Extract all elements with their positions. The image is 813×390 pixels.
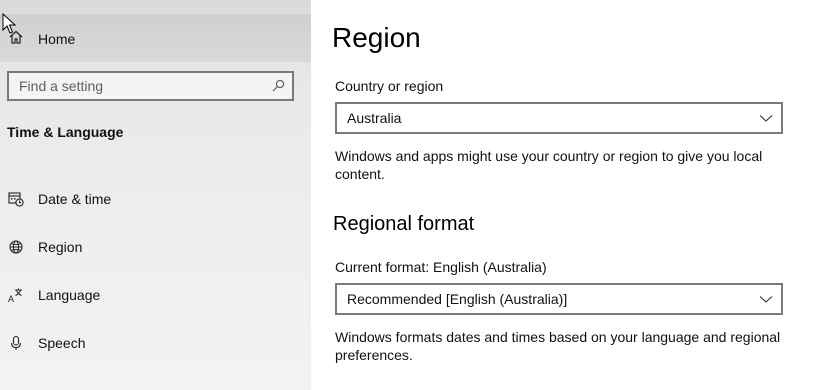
chevron-down-icon	[759, 115, 773, 122]
date-time-icon	[8, 191, 24, 207]
language-icon: A	[8, 287, 24, 303]
sidebar-item-label: Date & time	[38, 191, 112, 207]
sidebar-item-language[interactable]: A Language	[0, 275, 311, 315]
regional-format-description: Windows formats dates and times based on…	[335, 329, 781, 363]
page-title: Region	[332, 22, 421, 53]
main-content: Region Country or region Australia Windo…	[311, 0, 813, 390]
microphone-icon	[8, 335, 24, 351]
regional-format-dropdown[interactable]: Recommended [English (Australia)]	[335, 283, 783, 315]
sidebar: Home Time & Language	[0, 0, 311, 390]
search-input[interactable]	[9, 73, 269, 99]
sidebar-item-label: Language	[38, 287, 101, 303]
settings-window: Home Time & Language	[0, 0, 813, 390]
search-box[interactable]	[7, 71, 294, 101]
sidebar-item-label: Speech	[38, 335, 86, 351]
search-icon[interactable]	[270, 78, 286, 94]
country-region-dropdown[interactable]: Australia	[335, 102, 783, 134]
sidebar-item-region[interactable]: Region	[0, 227, 311, 267]
svg-text:A: A	[8, 294, 14, 303]
country-region-label: Country or region	[335, 78, 444, 94]
country-region-description: Windows and apps might use your country …	[335, 148, 763, 182]
current-format-label: Current format: English (Australia)	[335, 259, 547, 275]
sidebar-item-speech[interactable]: Speech	[0, 323, 311, 363]
sidebar-item-home[interactable]: Home	[0, 14, 311, 62]
dropdown-value: Australia	[347, 110, 402, 126]
home-label: Home	[38, 31, 76, 47]
section-heading: Time & Language	[7, 124, 124, 140]
sidebar-item-date-time[interactable]: Date & time	[0, 179, 311, 219]
mouse-cursor-icon	[2, 13, 16, 34]
dropdown-value: Recommended [English (Australia)]	[347, 291, 568, 307]
chevron-down-icon	[759, 296, 773, 303]
globe-icon	[8, 239, 24, 255]
sidebar-item-label: Region	[38, 239, 83, 255]
regional-format-heading: Regional format	[333, 213, 475, 235]
